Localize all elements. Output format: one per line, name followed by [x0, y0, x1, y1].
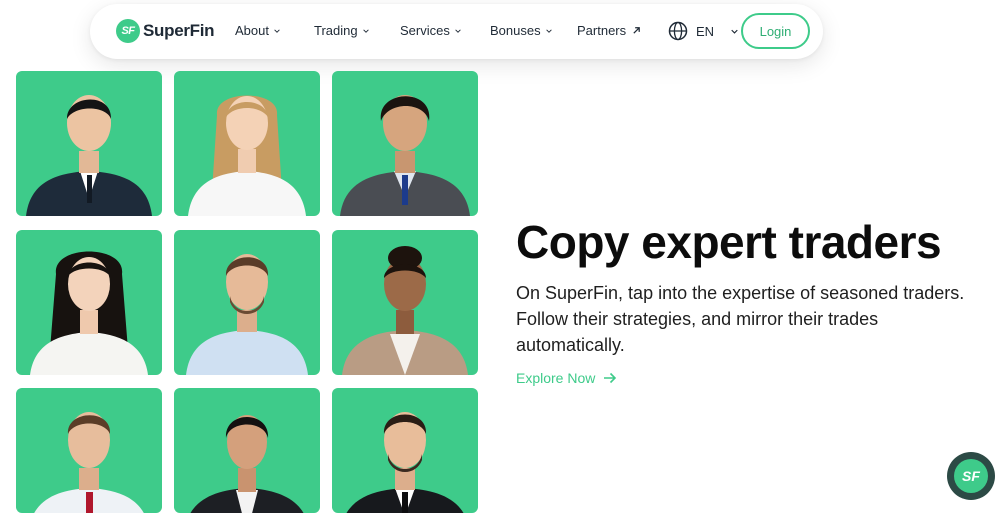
- trader-photo: [332, 230, 478, 375]
- trader-photo: [174, 71, 320, 216]
- chevron-down-icon: [545, 28, 552, 33]
- nav-item-label: Services: [400, 23, 450, 38]
- nav-item-about[interactable]: About: [235, 23, 280, 38]
- brand-name: SuperFin: [143, 21, 215, 40]
- superfin-chat-button[interactable]: SF: [947, 452, 995, 500]
- hero-title: Copy expert traders: [516, 216, 942, 268]
- chevron-down-icon: [274, 28, 280, 33]
- trader-photo: [332, 71, 478, 216]
- explore-now-label: Explore Now: [516, 370, 596, 386]
- superfin-logo[interactable]: SF SuperFin: [116, 19, 215, 43]
- trader-photo: [16, 71, 162, 216]
- chevron-down-icon: [362, 28, 369, 33]
- language-code: EN: [696, 23, 715, 39]
- trader-photo: [174, 388, 320, 513]
- login-button[interactable]: Login: [741, 13, 810, 49]
- hero-description: On SuperFin, tap into the expertise of s…: [516, 283, 965, 355]
- nav-item-bonuses[interactable]: Bonuses: [490, 23, 552, 38]
- trader-photo: [174, 230, 320, 375]
- chevron-down-icon: [455, 28, 461, 33]
- nav-item-partners[interactable]: Partners: [577, 23, 641, 38]
- arrow-right-icon: [604, 372, 617, 384]
- nav-item-label: About: [235, 23, 269, 38]
- trader-photo: [16, 388, 162, 513]
- language-selector[interactable]: EN: [668, 21, 738, 41]
- nav-item-services[interactable]: Services: [400, 23, 461, 38]
- logo-mark: SF: [116, 19, 140, 43]
- external-arrow-icon: [633, 27, 640, 34]
- globe-icon: [668, 21, 688, 41]
- fab-logo-mark: SF: [954, 459, 988, 493]
- trader-photo: [332, 388, 478, 513]
- top-navbar: SF SuperFin About Trading Services Bonus…: [90, 4, 823, 59]
- nav-item-trading[interactable]: Trading: [314, 23, 369, 38]
- chevron-down-icon: [731, 29, 738, 34]
- trader-photo: [16, 230, 162, 375]
- nav-item-label: Partners: [577, 23, 627, 38]
- nav-item-label: Bonuses: [490, 23, 541, 38]
- explore-now-link[interactable]: Explore Now: [516, 370, 617, 386]
- nav-item-label: Trading: [314, 23, 358, 38]
